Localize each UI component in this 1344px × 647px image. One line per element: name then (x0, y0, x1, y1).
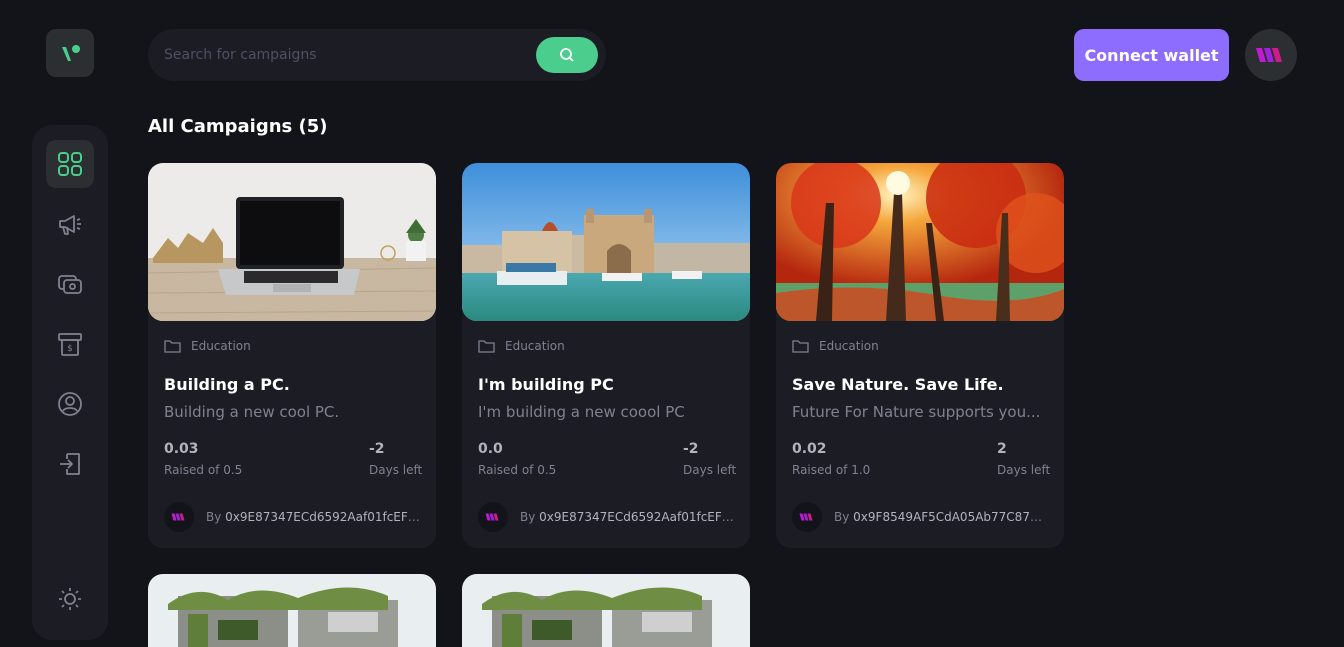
theme-toggle-button[interactable] (46, 575, 94, 623)
campaign-category: Education (478, 339, 565, 353)
campaign-image (462, 574, 750, 647)
campaign-description: Future For Nature supports you... (792, 403, 1041, 421)
campaign-title: Building a PC. (164, 375, 290, 394)
campaign-card[interactable]: Education Building a PC. Building a new … (148, 163, 436, 548)
raised-value: 0.02 (792, 441, 827, 457)
campaign-card[interactable]: Education Save Nature. Save Life. Future… (776, 163, 1064, 548)
folder-icon (164, 340, 181, 353)
sidebar-item-campaign[interactable] (46, 200, 94, 248)
campaign-category: Education (164, 339, 251, 353)
campaign-icon (59, 215, 81, 235)
raised-label: Raised of 0.5 (478, 463, 557, 477)
days-value: -2 (369, 441, 385, 457)
campaign-category-label: Education (505, 339, 565, 353)
campaign-image (776, 163, 1064, 321)
connect-wallet-button[interactable]: Connect wallet (1074, 29, 1229, 81)
campaign-owner: By 0x9E87347ECd6592Aaf01fcEF505... (164, 502, 420, 532)
campaign-image (462, 163, 750, 321)
app-root: $ Connect wallet (0, 0, 1344, 647)
page-title: All Campaigns (5) (148, 116, 328, 137)
campaign-raised: 0.0 Raised of 0.5 (478, 441, 556, 477)
campaign-days-left: 2 Days left (997, 441, 1050, 477)
sidebar-item-payment[interactable] (46, 260, 94, 308)
campaign-category-label: Education (819, 339, 879, 353)
campaign-owner: By 0x9F8549AF5CdA05Ab77C8792d9... (792, 502, 1048, 532)
brand-avatar-icon (1256, 48, 1282, 62)
payment-icon (58, 275, 82, 294)
search-bar (148, 29, 606, 81)
sidebar: $ (32, 125, 108, 640)
days-value: 2 (997, 441, 1007, 457)
campaign-category: Education (792, 339, 879, 353)
campaign-image (148, 574, 436, 647)
campaign-card[interactable] (462, 574, 750, 647)
campaign-owner: By 0x9E87347ECd6592Aaf01fcEF505... (478, 502, 734, 532)
svg-text:$: $ (67, 344, 73, 354)
days-label: Days left (683, 463, 737, 477)
withdraw-icon: $ (58, 333, 82, 356)
campaign-card[interactable] (148, 574, 436, 647)
sidebar-item-withdraw[interactable]: $ (46, 320, 94, 368)
logout-icon (60, 453, 80, 475)
raised-value: 0.0 (478, 441, 503, 457)
raised-label: Raised of 0.5 (164, 463, 243, 477)
campaign-category-label: Education (191, 339, 251, 353)
sidebar-item-logout[interactable] (46, 440, 94, 488)
campaign-days-left: -2 Days left (369, 441, 422, 477)
folder-icon (478, 340, 495, 353)
brand-avatar-icon (171, 513, 185, 521)
campaign-image (148, 163, 436, 321)
campaign-card[interactable]: Education I'm building PC I'm building a… (462, 163, 750, 548)
owner-address: 0x9E87347ECd6592Aaf01fcEF505... (225, 510, 420, 524)
brand-avatar-icon (485, 513, 499, 521)
campaign-description: I'm building a new coool PC (478, 403, 685, 421)
sidebar-item-dashboard[interactable] (46, 140, 94, 188)
days-label: Days left (369, 463, 423, 477)
raised-value: 0.03 (164, 441, 199, 457)
campaign-title: Save Nature. Save Life. (792, 375, 1004, 394)
campaign-description: Building a new cool PC. (164, 403, 340, 421)
logo-icon (62, 45, 80, 61)
days-label: Days left (997, 463, 1051, 477)
campaign-raised: 0.03 Raised of 0.5 (164, 441, 242, 477)
folder-icon (792, 340, 809, 353)
campaign-raised: 0.02 Raised of 1.0 (792, 441, 870, 477)
brand-avatar-icon (799, 513, 813, 521)
owner-avatar (792, 502, 822, 532)
profile-icon (58, 392, 82, 416)
raised-label: Raised of 1.0 (792, 463, 871, 477)
owner-avatar (164, 502, 194, 532)
owner-avatar (478, 502, 508, 532)
owner-by-label: By (520, 510, 536, 524)
logo[interactable] (46, 29, 94, 77)
owner-by-label: By (206, 510, 222, 524)
owner-by-label: By (834, 510, 850, 524)
search-button[interactable] (536, 37, 598, 73)
days-value: -2 (683, 441, 699, 457)
campaign-days-left: -2 Days left (683, 441, 736, 477)
sun-icon (59, 588, 81, 610)
sidebar-item-profile[interactable] (46, 380, 94, 428)
avatar[interactable] (1245, 29, 1297, 81)
owner-address: 0x9E87347ECd6592Aaf01fcEF505... (539, 510, 734, 524)
owner-address: 0x9F8549AF5CdA05Ab77C8792d9... (853, 510, 1048, 524)
dashboard-icon (58, 152, 82, 176)
search-icon (560, 48, 574, 62)
campaign-title: I'm building PC (478, 375, 614, 394)
